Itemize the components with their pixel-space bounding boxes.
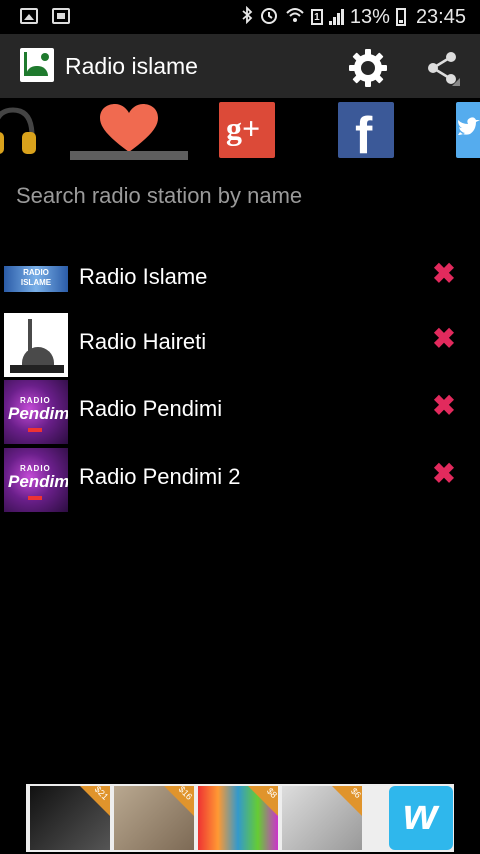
- settings-button[interactable]: [348, 48, 388, 88]
- image-notification-icon: [20, 8, 38, 24]
- ad-product-camera[interactable]: $21: [30, 784, 110, 850]
- delete-icon[interactable]: ✖: [430, 325, 458, 353]
- status-icons: 1 13% 23:45: [241, 4, 466, 30]
- station-list-item[interactable]: RADIO ISLAME Radio Islame ✖: [0, 248, 480, 314]
- google-plus-icon: g+: [226, 110, 261, 146]
- station-logo: [4, 313, 68, 377]
- station-logo: RADIO Pendimi: [4, 448, 68, 512]
- station-name: Radio Islame: [79, 264, 208, 289]
- app-logo-icon[interactable]: [20, 48, 54, 82]
- station-name: Radio Pendimi: [79, 396, 223, 421]
- tab-facebook[interactable]: f: [338, 102, 394, 158]
- delete-icon[interactable]: ✖: [430, 460, 458, 488]
- status-time: 23:45: [415, 5, 466, 28]
- app-title: Radio islame: [65, 53, 198, 79]
- action-bar: Radio islame: [0, 34, 480, 98]
- station-logo: RADIO Pendimi: [4, 380, 68, 444]
- ad-product-clock[interactable]: $16: [114, 784, 194, 850]
- wifi-icon: [285, 6, 305, 29]
- search-input[interactable]: [16, 176, 464, 216]
- status-bar: 1 13% 23:45: [0, 0, 480, 34]
- share-icon: [428, 52, 460, 86]
- battery-icon: [395, 8, 406, 26]
- bluetooth-icon: [241, 5, 253, 29]
- station-name: Radio Haireti: [79, 329, 207, 354]
- alarm-icon: [259, 5, 279, 30]
- tab-google-plus[interactable]: g+: [219, 102, 275, 158]
- station-name: Radio Pendimi 2: [79, 464, 241, 489]
- heart-icon: [100, 104, 158, 152]
- battery-percent: 13%: [349, 5, 390, 28]
- station-list-item[interactable]: Radio Haireti ✖: [0, 313, 480, 379]
- headphones-icon: [0, 107, 36, 154]
- ad-banner[interactable]: $21 $16 $8 $6 w: [26, 784, 454, 852]
- ad-product-phones[interactable]: $8: [198, 786, 279, 850]
- ad-brand-logo[interactable]: w: [389, 786, 453, 850]
- delete-icon[interactable]: ✖: [430, 260, 458, 288]
- tab-strip: g+ f: [0, 98, 480, 170]
- share-button[interactable]: [424, 50, 460, 86]
- sim-indicator: 1: [310, 9, 323, 25]
- twitter-icon: [458, 117, 480, 135]
- gallery-notification-icon: [52, 8, 70, 24]
- station-list-item[interactable]: RADIO Pendimi Radio Pendimi 2 ✖: [0, 448, 480, 514]
- selected-tab-indicator: [70, 151, 188, 160]
- tab-twitter[interactable]: [456, 102, 480, 158]
- station-list-item[interactable]: RADIO Pendimi Radio Pendimi ✖: [0, 380, 480, 446]
- facebook-icon: f: [355, 107, 373, 158]
- signal-icon: [328, 9, 344, 25]
- gear-icon: [349, 49, 387, 87]
- delete-icon[interactable]: ✖: [430, 392, 458, 420]
- ad-product-pen-camera[interactable]: $6: [282, 786, 363, 850]
- station-logo: RADIO ISLAME: [4, 248, 68, 312]
- tab-headphones[interactable]: [0, 102, 38, 158]
